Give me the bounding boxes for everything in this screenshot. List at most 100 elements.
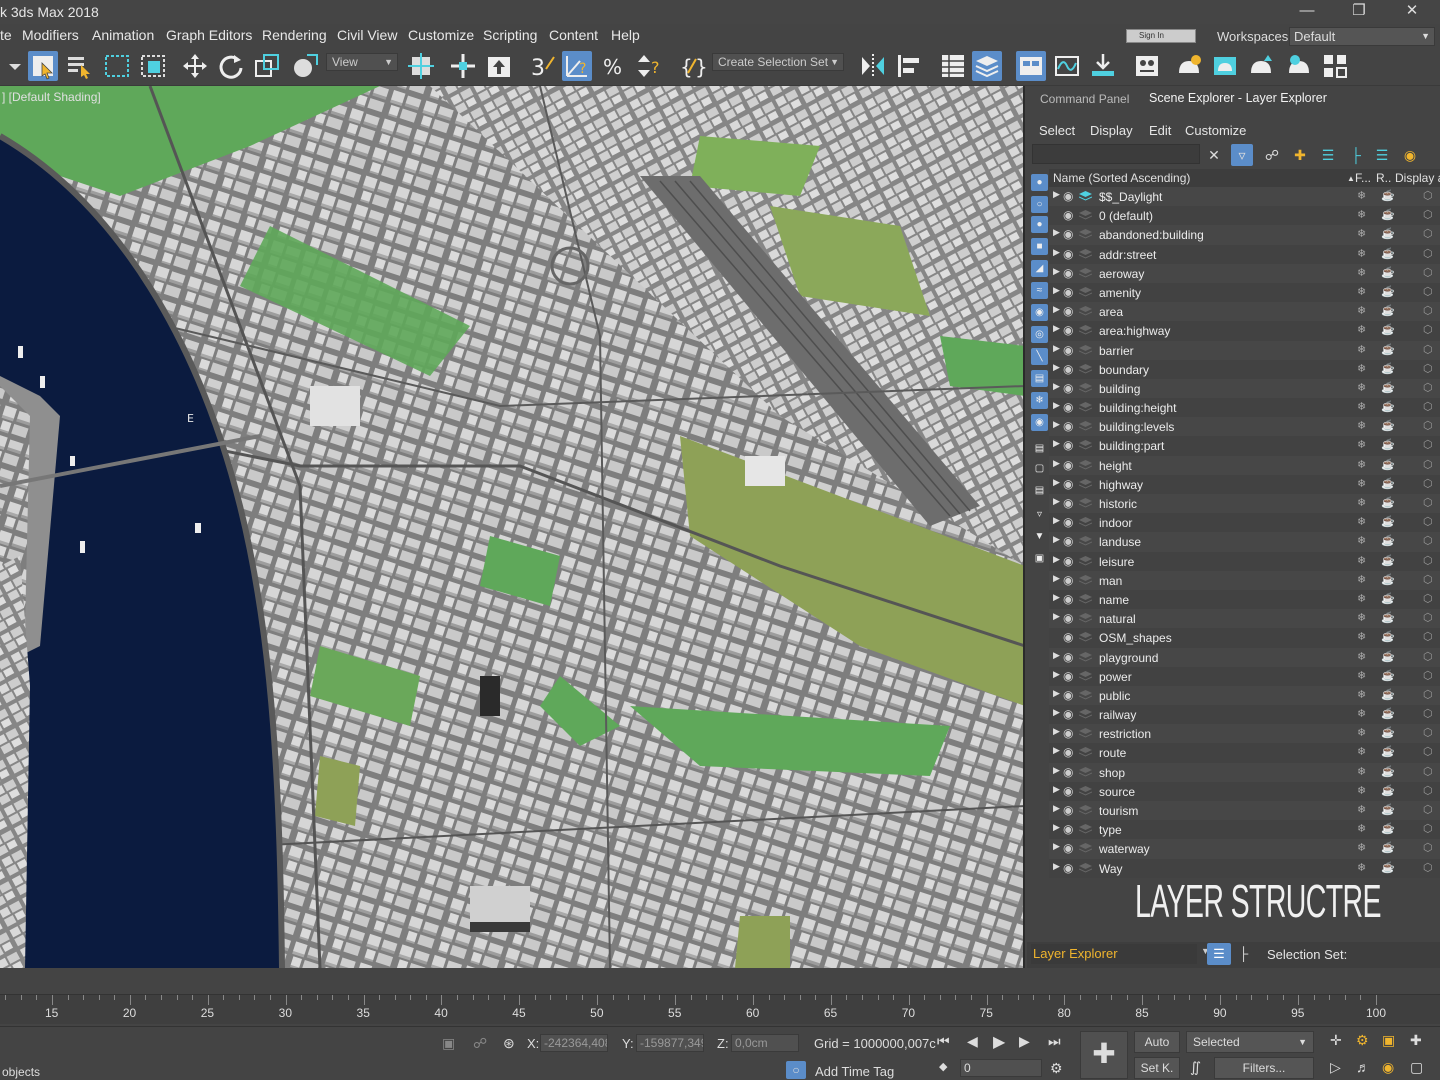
layer-row[interactable]: ▶ ◉ highway ❄ ☕ ⬡ (1049, 474, 1440, 494)
render-teapot-icon[interactable]: ☕ (1381, 227, 1395, 240)
layer-name[interactable]: building:levels (1099, 420, 1174, 434)
hierarchy-mode-icon[interactable]: ├ (1239, 946, 1248, 961)
viewport-perspective[interactable]: ] [Default Shading] E (0, 86, 1025, 968)
freeze-icon[interactable]: ❄ (1357, 784, 1366, 797)
render-teapot-icon[interactable]: ☕ (1381, 208, 1395, 221)
menu-scripting[interactable]: Scripting (483, 27, 537, 43)
layer-row[interactable]: ▶ ◉ addr:street ❄ ☕ ⬡ (1049, 244, 1440, 264)
display-all-icon[interactable]: ▤ (1031, 440, 1048, 457)
expand-arrow-icon[interactable]: ▶ (1053, 247, 1060, 258)
key-tangent-icon[interactable]: ∬ (1190, 1059, 1201, 1076)
expand-arrow-icon[interactable]: ▶ (1053, 611, 1060, 622)
expand-arrow-icon[interactable]: ▶ (1053, 381, 1060, 392)
layer-row[interactable]: ▶ ◉ building:height ❄ ☕ ⬡ (1049, 398, 1440, 418)
render-teapot-icon[interactable]: ☕ (1381, 650, 1395, 663)
render-teapot-icon[interactable]: ☕ (1381, 573, 1395, 586)
render-teapot-icon[interactable]: ☕ (1381, 362, 1395, 375)
display-box-icon[interactable]: ⬡ (1423, 381, 1433, 394)
freeze-icon[interactable]: ❄ (1357, 726, 1366, 739)
display-lights-icon[interactable]: ● (1031, 216, 1048, 233)
render-teapot-icon[interactable]: ☕ (1381, 381, 1395, 394)
isolate-selection-icon[interactable]: ▣ (442, 1035, 455, 1052)
freeze-icon[interactable]: ❄ (1357, 208, 1366, 221)
explorer-menu-edit[interactable]: Edit (1149, 123, 1171, 138)
freeze-icon[interactable]: ❄ (1357, 707, 1366, 720)
render-teapot-icon[interactable]: ☕ (1381, 458, 1395, 471)
undo-dropdown-icon[interactable] (0, 51, 21, 81)
display-box-icon[interactable]: ⬡ (1423, 707, 1433, 720)
reference-coordinate-select[interactable]: View ▼ (326, 53, 398, 71)
expand-arrow-icon[interactable]: ▶ (1053, 861, 1060, 872)
eye-icon[interactable]: ◉ (1063, 304, 1073, 318)
field-of-view-icon[interactable]: ▷ (1330, 1059, 1341, 1076)
render-teapot-icon[interactable]: ☕ (1381, 515, 1395, 528)
freeze-icon[interactable]: ❄ (1357, 381, 1366, 394)
edit-named-selection-icon[interactable]: {} (678, 51, 708, 81)
expand-arrow-icon[interactable]: ▶ (1053, 304, 1060, 315)
expand-arrow-icon[interactable]: ▶ (1053, 841, 1060, 852)
freeze-icon[interactable]: ❄ (1357, 650, 1366, 663)
layer-name[interactable]: name (1099, 593, 1129, 607)
eye-icon[interactable]: ◉ (1063, 323, 1073, 337)
layer-row[interactable]: ◉ 0 (default) ❄ ☕ ⬡ (1049, 206, 1440, 226)
freeze-icon[interactable]: ❄ (1357, 189, 1366, 202)
freeze-icon[interactable]: ❄ (1357, 688, 1366, 701)
freeze-icon[interactable]: ❄ (1357, 861, 1366, 874)
render-teapot-icon[interactable]: ☕ (1381, 822, 1395, 835)
display-box-icon[interactable]: ⬡ (1423, 745, 1433, 758)
layer-name[interactable]: indoor (1099, 516, 1132, 530)
go-to-start-icon[interactable]: ⏮ (937, 1033, 950, 1050)
menu-graph-editors[interactable]: Graph Editors (166, 27, 252, 43)
layer-name[interactable]: OSM_shapes (1099, 631, 1172, 645)
layer-row[interactable]: ▶ ◉ route ❄ ☕ ⬡ (1049, 743, 1440, 763)
key-mode-toggle-icon[interactable]: ◆ (939, 1060, 947, 1073)
select-object-icon[interactable] (28, 51, 58, 81)
maximize-toggle-icon[interactable]: ✚ (1410, 1032, 1422, 1049)
eye-icon[interactable]: ◉ (1063, 803, 1073, 817)
close-icon[interactable]: ✕ (1389, 0, 1435, 24)
menu-modifiers[interactable]: Modifiers (22, 27, 79, 43)
freeze-icon[interactable]: ❄ (1357, 343, 1366, 356)
auto-key-button[interactable]: Auto (1134, 1031, 1180, 1053)
render-teapot-icon[interactable]: ☕ (1381, 630, 1395, 643)
explorer-menu-select[interactable]: Select (1039, 123, 1075, 138)
walkthrough-icon[interactable]: ♬ (1356, 1059, 1370, 1075)
layers-icon[interactable]: ☰ (1371, 144, 1393, 166)
explorer-search-input[interactable] (1032, 144, 1200, 164)
layer-name[interactable]: boundary (1099, 363, 1149, 377)
schematic-view-icon[interactable] (1088, 51, 1118, 81)
absolute-mode-icon[interactable]: ⊛ (503, 1035, 515, 1052)
eye-icon[interactable]: ◉ (1063, 189, 1073, 203)
current-frame-field[interactable]: 0 (960, 1059, 1042, 1077)
freeze-icon[interactable]: ❄ (1357, 400, 1366, 413)
expand-arrow-icon[interactable]: ▶ (1053, 803, 1060, 814)
expand-arrow-icon[interactable]: ▶ (1053, 343, 1060, 354)
eye-icon[interactable]: ◉ (1063, 726, 1073, 740)
layer-row[interactable]: ▶ ◉ abandoned:building ❄ ☕ ⬡ (1049, 225, 1440, 245)
freeze-icon[interactable]: ❄ (1357, 362, 1366, 375)
display-box-icon[interactable]: ⬡ (1423, 419, 1433, 432)
layer-row[interactable]: ▶ ◉ barrier ❄ ☕ ⬡ (1049, 340, 1440, 360)
eye-icon[interactable]: ◉ (1063, 381, 1073, 395)
rotate-icon[interactable] (216, 51, 246, 81)
eye-icon[interactable]: ◉ (1063, 554, 1073, 568)
key-filters-button[interactable]: Filters... (1214, 1057, 1314, 1079)
rendered-frame-window-icon[interactable] (1210, 51, 1240, 81)
layer-row[interactable]: ▶ ◉ area ❄ ☕ ⬡ (1049, 302, 1440, 322)
key-filter-select[interactable]: Selected ▼ (1186, 1031, 1314, 1053)
zoom-extents-icon[interactable]: ▣ (1382, 1032, 1395, 1049)
layer-name[interactable]: Way (1099, 862, 1123, 876)
expand-arrow-icon[interactable]: ▶ (1053, 419, 1060, 430)
eye-icon[interactable]: ◉ (1063, 573, 1073, 587)
layer-name[interactable]: barrier (1099, 344, 1134, 358)
y-coordinate-field[interactable]: -159877,349 (636, 1034, 704, 1052)
display-box-icon[interactable]: ⬡ (1423, 784, 1433, 797)
freeze-icon[interactable]: ❄ (1357, 496, 1366, 509)
layer-name[interactable]: waterway (1099, 842, 1150, 856)
eye-icon[interactable]: ◉ (1063, 227, 1073, 241)
eye-icon[interactable]: ◉ (1063, 362, 1073, 376)
explorer-select[interactable]: Layer Explorer (1031, 944, 1197, 964)
zoom-region-icon[interactable]: ◉ (1382, 1059, 1394, 1076)
explorer-menu-customize[interactable]: Customize (1185, 123, 1246, 138)
expand-arrow-icon[interactable]: ▶ (1053, 362, 1060, 373)
